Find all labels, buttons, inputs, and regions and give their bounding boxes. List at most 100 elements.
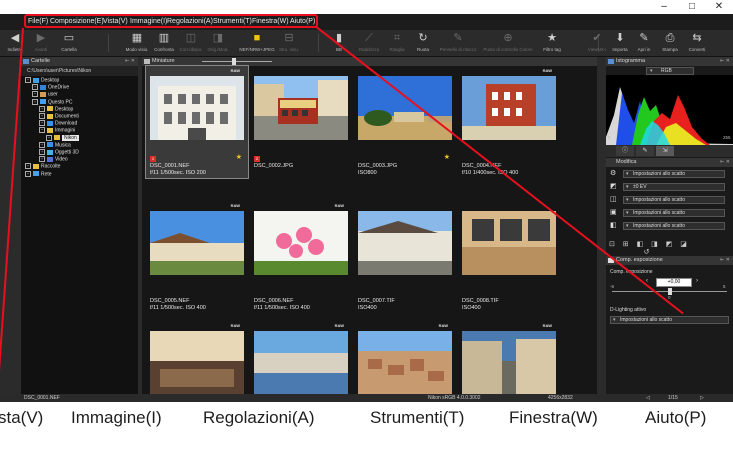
toolbar-indietro-button[interactable]: ◀ Indietro bbox=[2, 31, 28, 55]
minimize-button[interactable]: – bbox=[652, 0, 676, 14]
tree-item-label: Nikon bbox=[62, 134, 79, 141]
edit-row-select[interactable]: ▾ ±0 EV bbox=[623, 183, 725, 191]
tree-item[interactable]: + Download bbox=[39, 120, 77, 127]
expand-icon[interactable]: + bbox=[39, 156, 45, 163]
thumbnails-panel-header: Miniature bbox=[142, 57, 597, 66]
dlighting-select[interactable]: ▾ Impostazioni allo scatto bbox=[610, 316, 729, 324]
toolbar-orig-mod-button[interactable]: ◨ Orig./Mod. bbox=[203, 31, 233, 55]
histogram-channel-select[interactable]: ▾ RGB bbox=[646, 67, 694, 75]
toolbar-raddrizza-button[interactable]: ⟋ Raddrizza bbox=[355, 31, 383, 55]
tree-item[interactable]: + Oggetti 3D bbox=[39, 149, 79, 156]
edit-row: ◫ ▾ Impostazioni allo scatto bbox=[606, 195, 733, 205]
thumb-size-slider[interactable] bbox=[202, 61, 272, 62]
exposure-value-input[interactable]: +0,00 bbox=[656, 278, 692, 287]
edit-row-select[interactable]: ▾ Impostazioni allo scatto bbox=[623, 222, 725, 230]
panel-close-icon[interactable]: ⇤ ✕ bbox=[125, 57, 135, 66]
right-panel: Istogramma ⇤ ✕ ▾ RGB 0 255 ⓘ ✎ ⇲ Modific bbox=[606, 57, 733, 394]
tab-adjust[interactable]: ✎ bbox=[636, 146, 654, 156]
histogram-icon bbox=[608, 59, 614, 64]
thumbnail[interactable]: RAW DSC_0004.NEF f/10 1/400sec. ISO 400 bbox=[458, 66, 560, 178]
tree-item[interactable]: + Documenti bbox=[39, 113, 79, 120]
tree-item[interactable]: + user bbox=[32, 91, 58, 98]
tree-item[interactable]: + Questo PC bbox=[32, 98, 72, 106]
expand-icon[interactable]: + bbox=[39, 113, 45, 119]
prev-icon[interactable]: ◁ bbox=[646, 394, 650, 402]
download-icon bbox=[47, 120, 53, 126]
maximize-button[interactable]: □ bbox=[680, 0, 704, 14]
toolbar-ruota-button[interactable]: ↻ Ruota bbox=[412, 31, 434, 55]
tree-item[interactable]: + OneDrive bbox=[32, 84, 69, 91]
tree-item[interactable]: + Nikon bbox=[46, 134, 79, 142]
tree-item[interactable]: + Musica bbox=[39, 141, 71, 149]
toolbar-pennello-di-ritocco-button[interactable]: ✎ Pennello di ritocco bbox=[436, 31, 480, 55]
toolbar-viewnx-i-button[interactable]: ✔ ViewNX-i bbox=[586, 31, 608, 55]
thumbnail[interactable]: 2 DSC_0002.JPG bbox=[250, 66, 352, 178]
expand-icon[interactable]: + bbox=[25, 170, 31, 177]
expand-icon[interactable]: + bbox=[39, 105, 45, 112]
expand-icon[interactable]: + bbox=[39, 141, 45, 148]
toolbar-confronta-button[interactable]: ▥ Confronta bbox=[150, 31, 178, 55]
toolbar-converti-button[interactable]: ⇆ Converti bbox=[684, 31, 710, 55]
edit-row-select[interactable]: ▾ Impostazioni allo scatto bbox=[623, 209, 725, 217]
thumbnail[interactable]: RAW bbox=[250, 321, 352, 402]
toolbar-stru-visu-button[interactable]: ⊟ Stru. visu. bbox=[276, 31, 302, 55]
thumbnail[interactable]: RAW DSC_0005.NEF f/11 1/500sec. ISO 400 bbox=[146, 201, 248, 313]
expand-icon[interactable]: + bbox=[39, 127, 45, 134]
tree-item[interactable]: + Video bbox=[39, 156, 68, 163]
edit-tools-row[interactable]: ⊡ ⊞ ◧ ◨ ◩ ◪ ↺ bbox=[609, 241, 730, 256]
thumbnail[interactable]: DSC_0008.TIF ISO400 bbox=[458, 201, 560, 313]
edit-row-select[interactable]: ▾ Impostazioni allo scatto bbox=[623, 196, 725, 204]
folder-icon bbox=[47, 127, 53, 133]
thumbnail[interactable]: RAW bbox=[146, 321, 248, 402]
toolbar-corr-dispo-button[interactable]: ◫ Corr./dispo. bbox=[178, 31, 204, 55]
close-button[interactable]: ✕ bbox=[707, 0, 731, 14]
tree-item[interactable]: + Immagini bbox=[39, 127, 75, 134]
toolbar-punto-di-controllo-colore-button[interactable]: ⊕ Punto di controllo Colore bbox=[482, 31, 534, 55]
tree-item[interactable]: + Desktop bbox=[39, 105, 73, 113]
thumbnail[interactable]: RAW 1 ★ DSC_0001.NEF f/11 1/500sec. ISO 200 bbox=[145, 65, 249, 179]
expand-icon[interactable]: + bbox=[25, 77, 31, 83]
tab-info[interactable]: ⓘ bbox=[616, 146, 634, 156]
thumbnail[interactable]: RAW bbox=[458, 321, 560, 402]
tree-item[interactable]: + Raccolte bbox=[25, 163, 60, 170]
expand-icon[interactable]: + bbox=[39, 149, 45, 155]
expand-icon[interactable]: + bbox=[32, 84, 38, 91]
expand-icon[interactable]: + bbox=[25, 163, 31, 170]
next-icon[interactable]: ▷ bbox=[700, 394, 704, 402]
edit-row-select[interactable]: ▾ Impostazioni allo scatto bbox=[623, 170, 725, 178]
folder-icon bbox=[54, 135, 60, 141]
dlighting-label: D-Lighting attivo bbox=[610, 307, 647, 313]
toolbar-label: Ritaglia bbox=[389, 47, 405, 52]
thumbnail[interactable]: RAW DSC_0006.NEF f/11 1/500sec. ISO 400 bbox=[250, 201, 352, 313]
edit-tabs: ⓘ ✎ ⇲ bbox=[606, 145, 733, 157]
toolbar-ritaglia-button[interactable]: ⌗ Ritaglia bbox=[384, 31, 410, 55]
thumbnail[interactable]: DSC_0007.TIF ISO400 bbox=[354, 201, 456, 313]
tree-item[interactable]: + Desktop bbox=[25, 77, 59, 84]
star-icon: ★ bbox=[547, 32, 557, 44]
status-size: 4256x2832 bbox=[548, 395, 573, 401]
toolbar-stampa-button[interactable]: ⎙ Stampa bbox=[658, 31, 682, 55]
folder-path[interactable]: C:\Users\user\Pictures\Nikon bbox=[21, 66, 138, 76]
toolbar-apri-in-button[interactable]: ✎ Apri in bbox=[632, 31, 656, 55]
toolbar-importa-button[interactable]: ⬇ Importa bbox=[608, 31, 632, 55]
toolbar-cartella-button[interactable]: ▭ Cartella bbox=[54, 31, 84, 55]
panel-close-icon[interactable]: ⇤ ✕ bbox=[720, 57, 730, 66]
panel-close-icon[interactable]: ⇤ ✕ bbox=[720, 256, 730, 265]
tree-item[interactable]: + Rete bbox=[25, 170, 52, 178]
increment-icon[interactable]: › bbox=[696, 278, 698, 284]
expand-icon[interactable]: + bbox=[39, 120, 45, 127]
toolbar-filtro-tag-button[interactable]: ★ Filtro tag bbox=[534, 31, 570, 55]
panel-close-icon[interactable]: ⇤ ✕ bbox=[720, 158, 730, 167]
toolbar-avanti-button[interactable]: ▶ Avanti bbox=[30, 31, 52, 55]
right-splitter[interactable] bbox=[597, 57, 606, 394]
expand-icon[interactable]: + bbox=[32, 91, 38, 98]
toolbar-nef-nrw-jpeg-button[interactable]: ■ NEF/NRW+JPEG bbox=[238, 31, 276, 55]
toolbar-modo-visio-button[interactable]: ▦ Modo visio. bbox=[122, 31, 152, 55]
exposure-slider-handle[interactable] bbox=[667, 288, 672, 295]
expand-icon[interactable]: + bbox=[46, 134, 52, 141]
expand-icon[interactable]: + bbox=[32, 98, 38, 105]
thumbnail-image bbox=[254, 76, 348, 140]
thumbnail[interactable]: RAW bbox=[354, 321, 456, 402]
thumb-size-handle[interactable] bbox=[232, 58, 236, 65]
tab-edit[interactable]: ⇲ bbox=[656, 146, 674, 156]
